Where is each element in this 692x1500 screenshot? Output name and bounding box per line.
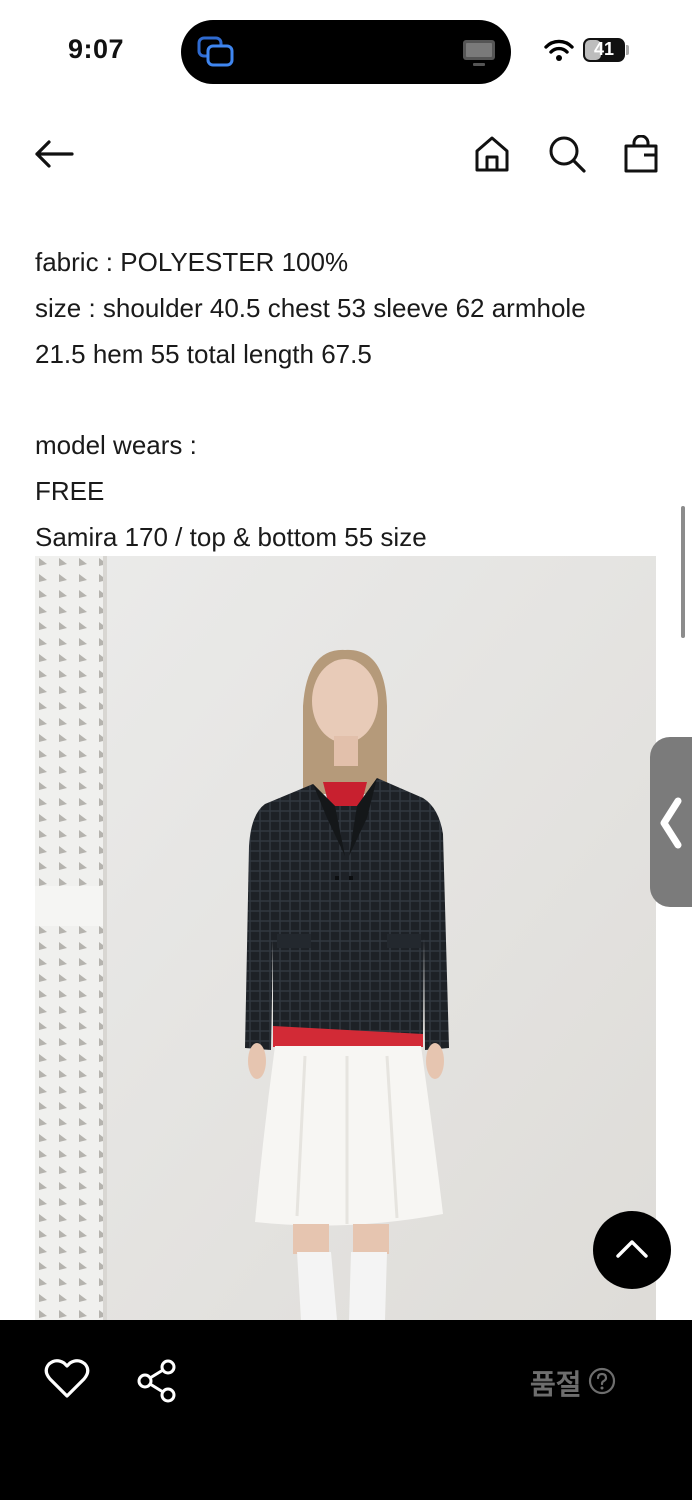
- shopping-bag-icon: [624, 134, 658, 178]
- sold-out-label: 품절: [530, 1368, 582, 1401]
- scroll-indicator[interactable]: [681, 506, 685, 638]
- model-info: Samira 170 / top & bottom 55 size: [35, 521, 427, 552]
- screen-mirror-icon: [461, 38, 497, 73]
- battery-tip: [626, 45, 629, 55]
- back-arrow-icon: [32, 138, 76, 175]
- status-bar: 9:07 41: [0, 0, 692, 100]
- model-heading: model wears :: [35, 430, 197, 461]
- help-circle-icon[interactable]: [588, 1367, 616, 1400]
- product-description: fabric : POLYESTER 100% size : shoulder …: [35, 240, 655, 561]
- model-size: FREE: [35, 475, 105, 506]
- wishlist-button[interactable]: [44, 1358, 90, 1405]
- home-button[interactable]: [468, 132, 516, 180]
- heart-icon: [44, 1359, 90, 1404]
- battery-icon: 41: [583, 38, 625, 62]
- top-navigation: [0, 120, 692, 200]
- scroll-top-chevron-icon: [615, 1237, 649, 1264]
- scroll-to-top-button[interactable]: [593, 1211, 671, 1289]
- search-button[interactable]: [543, 132, 591, 180]
- sold-out-status: 품절: [530, 1363, 616, 1403]
- size-text-line2: 21.5 hem 55 total length 67.5: [35, 338, 372, 369]
- side-handle-chevron-icon: [658, 797, 684, 854]
- product-photo: [35, 556, 656, 1320]
- dynamic-island[interactable]: [181, 20, 511, 84]
- home-icon: [474, 135, 510, 178]
- search-icon: [548, 135, 586, 178]
- back-button[interactable]: [30, 132, 78, 180]
- fabric-text: fabric : POLYESTER 100%: [35, 247, 349, 277]
- share-button[interactable]: [134, 1358, 180, 1409]
- battery-level: 41: [593, 39, 615, 59]
- cart-button[interactable]: [617, 132, 665, 180]
- bottom-action-bar: 품절: [0, 1320, 692, 1500]
- status-time: 9:07: [68, 34, 125, 64]
- side-panel-handle[interactable]: [650, 737, 692, 907]
- wifi-icon: [544, 38, 574, 67]
- size-text-line1: size : shoulder 40.5 chest 53 sleeve 62 …: [35, 292, 586, 323]
- island-app-icon: [195, 34, 237, 75]
- share-icon: [134, 1359, 180, 1408]
